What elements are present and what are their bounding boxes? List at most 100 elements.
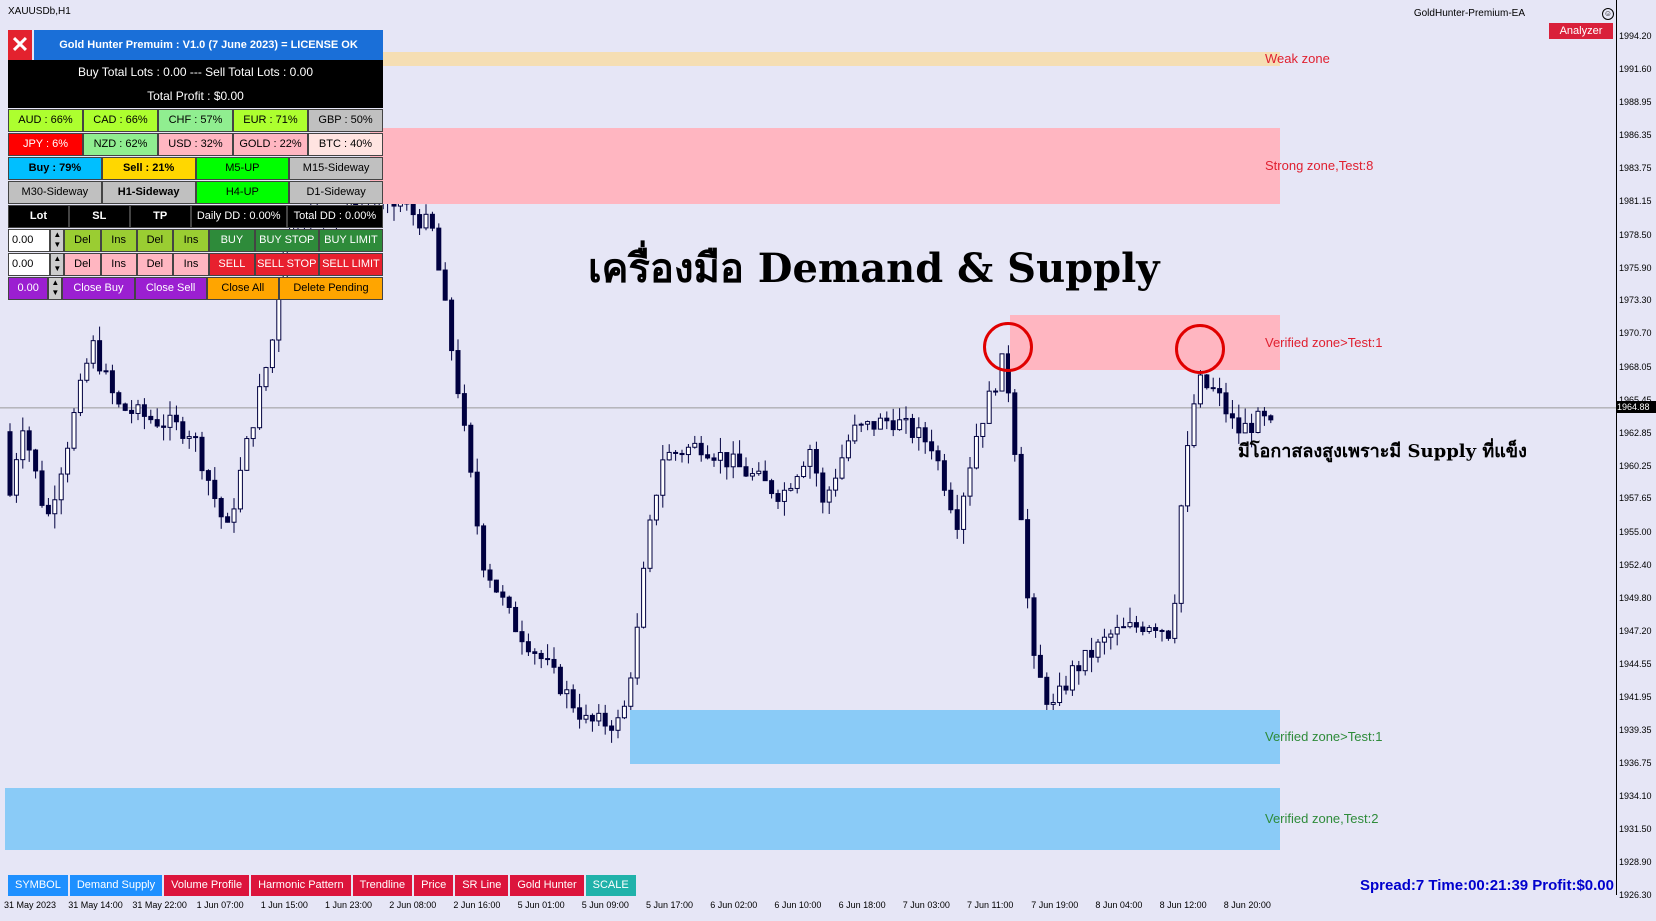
- tp-ins-button[interactable]: Ins: [172, 253, 210, 276]
- sl-ins-button[interactable]: Ins: [100, 253, 137, 276]
- candle-body: [26, 430, 32, 451]
- strength-cell[interactable]: CAD : 66%: [83, 109, 158, 132]
- strength-cell[interactable]: GBP : 50%: [308, 109, 383, 132]
- price-tick: 1928.90: [1619, 857, 1652, 868]
- tp-ins-button[interactable]: Ins: [172, 229, 210, 252]
- close-sell-button[interactable]: Close Sell: [134, 277, 207, 300]
- strength-cell[interactable]: GOLD : 22%: [233, 133, 308, 156]
- candle-body: [122, 403, 128, 411]
- tool-button[interactable]: Demand Supply: [69, 875, 163, 896]
- candle-body: [1261, 410, 1267, 417]
- lot-header: Lot: [8, 205, 69, 228]
- close-all-button[interactable]: Close All: [206, 277, 279, 300]
- daily-dd: Daily DD : 0.00%: [190, 205, 287, 228]
- tool-button[interactable]: SR Line: [455, 875, 509, 896]
- zone-rect: [630, 710, 1280, 765]
- strength-cell[interactable]: NZD : 62%: [83, 133, 158, 156]
- strength-cell[interactable]: USD : 32%: [158, 133, 233, 156]
- tool-button[interactable]: Price: [414, 875, 454, 896]
- total-lots-line: Buy Total Lots : 0.00 --- Sell Total Lot…: [8, 60, 383, 84]
- gold-hunter-panel: ✕ Gold Hunter Premuim : V1.0 (7 June 202…: [8, 30, 384, 300]
- sell-lot-input[interactable]: 0.00: [8, 253, 51, 276]
- tool-button[interactable]: SCALE: [585, 875, 636, 896]
- sl-del-button[interactable]: Del: [64, 229, 101, 252]
- strength-cell[interactable]: M30-Sideway: [8, 181, 102, 204]
- spin-up-icon[interactable]: ▲: [51, 278, 59, 287]
- close-lot-input[interactable]: 0.00: [8, 277, 49, 300]
- candle-body: [948, 489, 954, 511]
- strength-cell[interactable]: CHF : 57%: [158, 109, 233, 132]
- buy-lot-input[interactable]: 0.00: [8, 229, 51, 252]
- sl-del-button[interactable]: Del: [64, 253, 101, 276]
- candle-body: [45, 504, 51, 515]
- buy-stop-button[interactable]: BUY STOP: [254, 229, 319, 252]
- candle-body: [129, 409, 135, 414]
- price-axis[interactable]: 1994.20 1991.60 1988.95 1986.35 1983.75 1981.…: [1616, 0, 1656, 900]
- spin-down-icon[interactable]: ▼: [51, 288, 59, 297]
- delete-pending-button[interactable]: Delete Pending: [278, 277, 384, 300]
- price-tick: 1970.70: [1619, 328, 1652, 339]
- spin-down-icon[interactable]: ▼: [53, 240, 61, 249]
- candle-body: [116, 392, 122, 405]
- tp-del-button[interactable]: Del: [136, 229, 173, 252]
- zone-label: Strong zone,Test:8: [1265, 158, 1374, 174]
- strength-cell[interactable]: EUR : 71%: [233, 109, 308, 132]
- candle-body: [20, 430, 26, 461]
- buy-button[interactable]: BUY: [209, 229, 255, 252]
- sl-ins-button[interactable]: Ins: [100, 229, 137, 252]
- strength-cell[interactable]: H1-Sideway: [101, 181, 196, 204]
- candle-body: [225, 516, 231, 523]
- strength-cell[interactable]: Sell : 21%: [101, 157, 196, 180]
- candle-body: [1076, 665, 1082, 672]
- analyzer-button[interactable]: Analyzer: [1549, 23, 1613, 39]
- strength-cell[interactable]: H4-UP: [195, 181, 290, 204]
- candle-body: [199, 436, 205, 472]
- time-axis[interactable]: 31 May 2023 31 May 14:00 31 May 22:00 1 Jun…: [0, 898, 1616, 921]
- sell-button[interactable]: SELL: [209, 253, 255, 276]
- tool-button[interactable]: Harmonic Pattern: [251, 875, 351, 896]
- lot-spinner[interactable]: ▲ ▼: [50, 253, 65, 276]
- candle-body: [615, 717, 621, 731]
- lot-spinner[interactable]: ▲ ▼: [48, 277, 63, 300]
- tool-button[interactable]: SYMBOL: [8, 875, 68, 896]
- tp-del-button[interactable]: Del: [136, 253, 173, 276]
- strength-cell[interactable]: AUD : 66%: [8, 109, 83, 132]
- price-tick: 1941.95: [1619, 692, 1652, 702]
- strength-cell[interactable]: Buy : 79%: [8, 157, 102, 180]
- candle-body: [186, 436, 192, 439]
- headline-text: เครื่องมือ Demand & Supply: [588, 245, 1160, 292]
- candle-body: [1050, 702, 1056, 705]
- spin-up-icon[interactable]: ▲: [53, 230, 61, 239]
- candle-body: [148, 415, 154, 421]
- candle-body: [1101, 636, 1107, 643]
- close-buy-button[interactable]: Close Buy: [62, 277, 135, 300]
- spin-down-icon[interactable]: ▼: [53, 264, 61, 273]
- tool-button[interactable]: Trendline: [352, 875, 413, 896]
- candle-body: [980, 422, 986, 437]
- lot-spinner[interactable]: ▲ ▼: [50, 229, 65, 252]
- strength-cell[interactable]: JPY : 6%: [8, 133, 83, 156]
- candle-body: [967, 467, 973, 497]
- spin-up-icon[interactable]: ▲: [53, 254, 61, 263]
- buy-limit-button[interactable]: BUY LIMIT: [318, 229, 384, 252]
- sell-stop-button[interactable]: SELL STOP: [254, 253, 319, 276]
- strength-cell[interactable]: D1-Sideway: [289, 181, 383, 204]
- candle-body: [1127, 622, 1133, 628]
- candle-body: [877, 417, 883, 430]
- trend-row: M30-Sideway H1-Sideway H4-UP D1-Sideway: [8, 181, 383, 204]
- symbol-label: XAUUSDb,H1: [8, 6, 71, 17]
- tool-button[interactable]: Volume Profile: [164, 875, 250, 896]
- strength-cell[interactable]: BTC : 40%: [308, 133, 383, 156]
- price-tick: 1931.50: [1619, 824, 1652, 835]
- strength-cell[interactable]: M5-UP: [195, 157, 290, 180]
- price-tick: 1983.75: [1619, 163, 1652, 174]
- candle-body: [429, 213, 435, 229]
- candle-body: [589, 714, 595, 722]
- candle-body: [1095, 641, 1101, 658]
- tool-button[interactable]: Gold Hunter: [510, 875, 584, 896]
- sell-limit-button[interactable]: SELL LIMIT: [318, 253, 384, 276]
- strength-cell[interactable]: M15-Sideway: [289, 157, 383, 180]
- candle-body: [986, 390, 992, 424]
- close-icon[interactable]: ✕: [8, 30, 32, 60]
- candle-body: [1063, 685, 1069, 691]
